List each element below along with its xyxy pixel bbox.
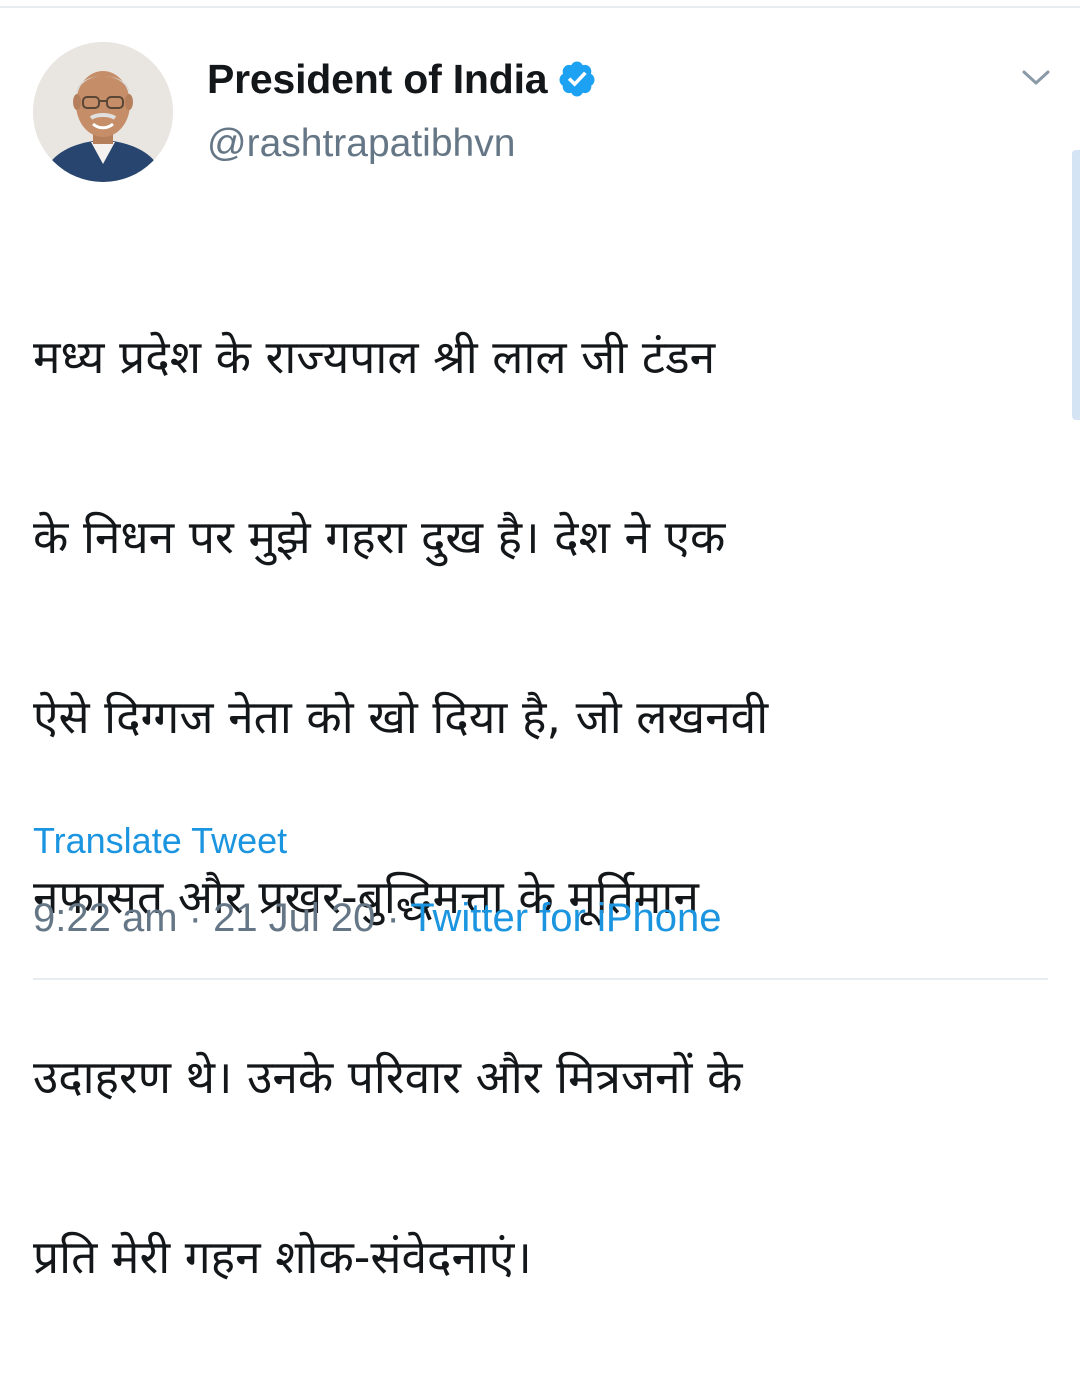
author-header: President of India (207, 54, 597, 104)
tweet-menu-button[interactable] (1016, 62, 1056, 98)
tweet-text-line: प्रति मेरी गहन शोक-संवेदनाएं। (33, 1230, 532, 1284)
author-handle[interactable]: @rashtrapatibhvn (207, 122, 515, 166)
avatar[interactable] (33, 42, 173, 182)
top-divider (0, 6, 1080, 8)
translate-tweet-link[interactable]: Translate Tweet (33, 820, 287, 862)
meta-separator: · (177, 896, 214, 940)
tweet-time: 9:22 am (33, 896, 178, 940)
chevron-down-icon (1021, 68, 1051, 92)
tweet-text-line: ऐसे दिग्गज नेता को खो दिया है, जो लखनवी (33, 690, 769, 744)
tweet-text-line: उदाहरण थे। उनके परिवार और मित्रजनों के (33, 1050, 743, 1104)
verified-badge-icon (557, 59, 597, 99)
tweet-text-line: के निधन पर मुझे गहरा दुख है। देश ने एक (33, 510, 726, 564)
avatar-image (33, 42, 173, 182)
scrollbar[interactable] (1072, 150, 1080, 420)
tweet-text-line: मध्य प्रदेश के राज्यपाल श्री लाल जी टंडन (33, 330, 716, 384)
tweet-metadata: 9:22 am · 21 Jul 20 · Twitter for iPhone (33, 896, 722, 941)
tweet-date: 21 Jul 20 (213, 896, 376, 940)
tweet-text: मध्य प्रदेश के राज्यपाल श्री लाल जी टंडन… (33, 222, 1053, 1392)
meta-separator: · (375, 896, 411, 940)
author-name[interactable]: President of India (207, 56, 548, 103)
bottom-divider (33, 978, 1048, 980)
tweet-source-link[interactable]: Twitter for iPhone (410, 896, 721, 940)
